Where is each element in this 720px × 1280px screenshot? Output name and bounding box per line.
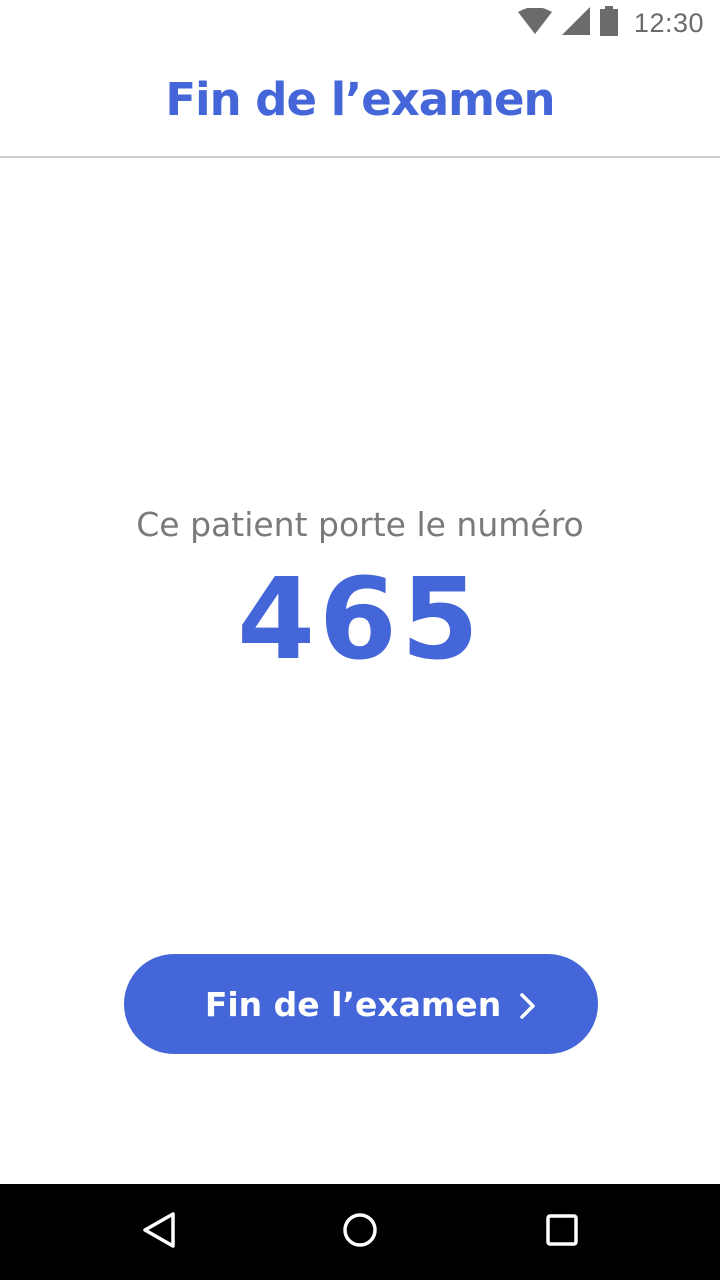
status-icons: 12:30: [517, 6, 704, 40]
back-icon: [141, 1211, 177, 1253]
wifi-icon: [517, 7, 552, 38]
home-button[interactable]: [336, 1208, 384, 1256]
status-bar: 12:30: [0, 0, 720, 48]
home-icon: [342, 1212, 378, 1252]
patient-number: 465: [237, 555, 483, 685]
chevron-right-icon: [519, 992, 537, 1020]
patient-number-label: Ce patient porte le numéro: [136, 505, 584, 544]
page-title: Fin de l’examen: [165, 72, 555, 126]
recents-button[interactable]: [538, 1208, 586, 1256]
status-time: 12:30: [633, 7, 704, 38]
app-screen: 12:30 Fin de l’examen Ce patient porte l…: [0, 0, 720, 1280]
battery-icon: [599, 6, 618, 40]
system-nav-bar: [0, 1184, 720, 1280]
app-header: Fin de l’examen: [0, 48, 720, 158]
signal-icon: [561, 7, 590, 39]
end-exam-button[interactable]: Fin de l’examen: [124, 954, 598, 1054]
end-exam-button-label: Fin de l’examen: [204, 984, 502, 1024]
back-button[interactable]: [135, 1208, 183, 1256]
recents-icon: [545, 1213, 579, 1251]
